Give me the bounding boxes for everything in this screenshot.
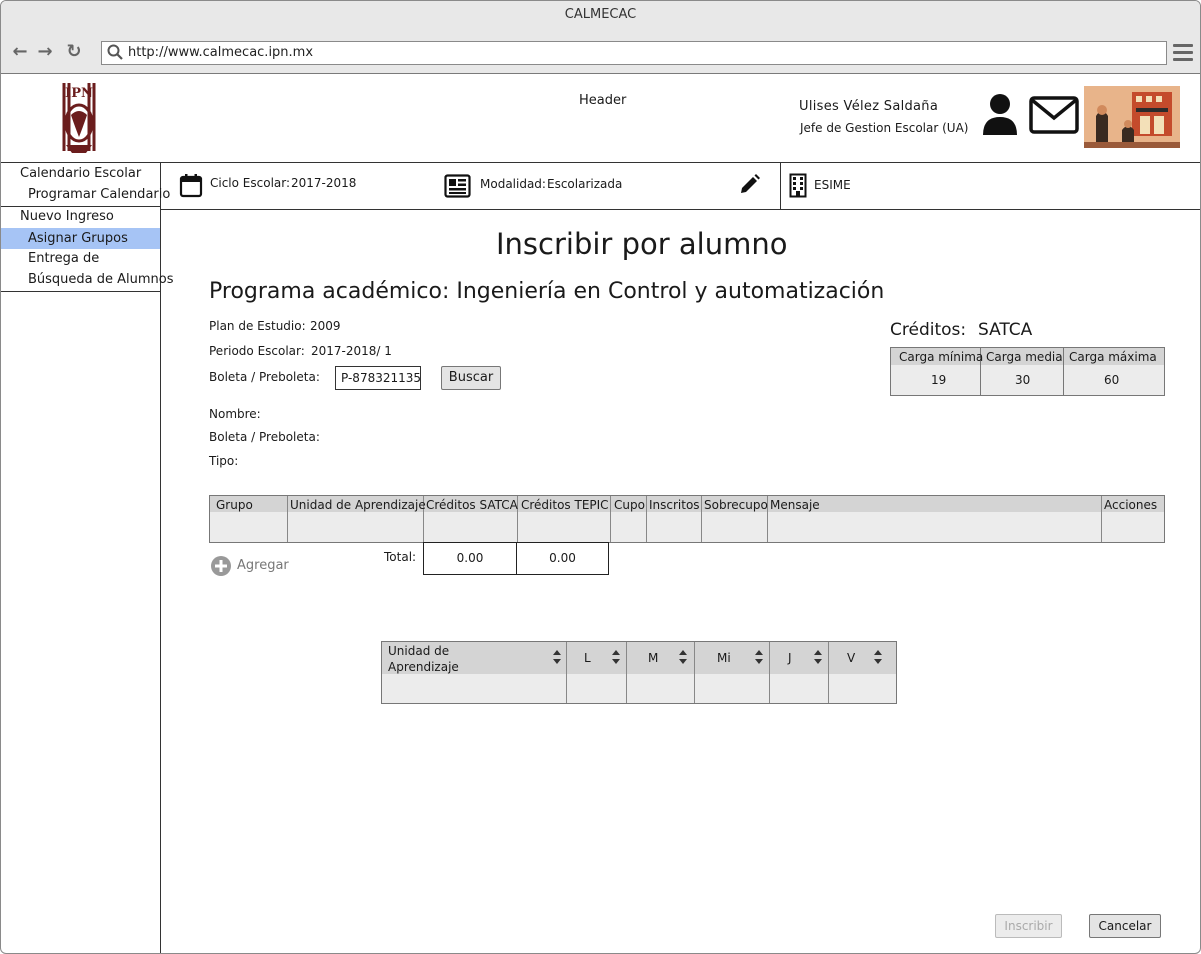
col-creditos-tepic: Créditos TEPIC: [521, 498, 609, 512]
groups-table: Grupo Unidad de Aprendizaje Créditos SAT…: [209, 495, 1165, 543]
sidebar-item-label: Búsqueda de Alumnos: [28, 272, 174, 287]
sched-col-v: V: [847, 651, 856, 665]
calendar-icon: [179, 174, 203, 198]
edit-pencil-icon[interactable]: [739, 173, 761, 195]
user-name: Ulises Vélez Saldaña: [799, 99, 939, 114]
infobar-divider: [780, 163, 781, 209]
credits-value-min: 19: [931, 373, 947, 387]
sort-icon[interactable]: [552, 649, 562, 665]
building-icon: [789, 173, 807, 198]
user-role: Jefe de Gestion Escolar (UA): [800, 121, 969, 135]
sidebar-item-nuevo-ingreso[interactable]: Nuevo Ingreso: [1, 206, 160, 227]
plan-value: 2009: [310, 319, 341, 333]
back-arrow-icon[interactable]: ←: [10, 42, 30, 62]
mail-icon[interactable]: [1029, 96, 1079, 134]
nombre-label: Nombre:: [209, 407, 261, 421]
add-circle-icon: [211, 556, 231, 576]
sort-icon[interactable]: [873, 649, 883, 665]
boleta-input-value: P-878321135: [341, 371, 422, 385]
buscar-button[interactable]: Buscar: [441, 366, 501, 390]
col-creditos-satca: Créditos SATCA: [426, 498, 518, 512]
url-bar[interactable]: http://www.calmecac.ipn.mx: [101, 41, 1167, 65]
credits-value-max: 60: [1104, 373, 1120, 387]
url-text: http://www.calmecac.ipn.mx: [128, 45, 314, 60]
agregar-label: Agregar: [237, 558, 289, 573]
page-header: IPN Header Ulises Vélez Saldaña Jefe de …: [1, 74, 1200, 163]
modalidad-value: Escolarizada: [547, 177, 623, 191]
browser-window: CALMECAC ← → ↻ http://www.calmecac.ipn.m…: [0, 0, 1201, 954]
col-acciones: Acciones: [1104, 498, 1158, 512]
sidebar-item-label: Programar Calendario: [28, 187, 171, 202]
col-unidad: Unidad de Aprendizaje: [290, 498, 426, 512]
sched-col-mi: Mi: [717, 651, 731, 665]
total-label: Total:: [384, 550, 417, 564]
search-icon: [107, 44, 123, 60]
hamburger-menu-icon[interactable]: [1173, 44, 1193, 65]
codex-image: [1084, 86, 1180, 148]
sort-icon[interactable]: [611, 649, 621, 665]
cancelar-button[interactable]: Cancelar: [1089, 914, 1161, 938]
sidebar-item-label: Entrega de: [28, 251, 100, 266]
sort-icon[interactable]: [754, 649, 764, 665]
col-cupo: Cupo: [614, 498, 645, 512]
sidebar-divider: [1, 291, 160, 292]
sched-col-l: L: [584, 651, 591, 665]
page-title: Inscribir por alumno: [496, 227, 788, 261]
sched-col-j: J: [788, 651, 792, 665]
total-tepic: 0.00: [516, 542, 609, 575]
credits-table: Carga mínima Carga media Carga máxima 19…: [890, 347, 1165, 396]
sidebar-item-label: Nuevo Ingreso: [20, 209, 114, 224]
col-sobrecupo: Sobrecupo: [704, 498, 768, 512]
col-mensaje: Mensaje: [770, 498, 820, 512]
forward-arrow-icon[interactable]: →: [35, 42, 55, 62]
sidebar-item-entrega-de[interactable]: Entrega de: [1, 248, 160, 269]
window-title: CALMECAC: [1, 1, 1200, 31]
modalidad-label: Modalidad:: [480, 177, 546, 191]
sched-col-m: M: [648, 651, 659, 665]
boleta-input[interactable]: P-878321135: [335, 366, 421, 390]
modality-icon: [444, 174, 471, 198]
sidebar-item-programar-calendario[interactable]: Programar Calendario: [1, 184, 170, 205]
plan-label: Plan de Estudio:: [209, 319, 306, 333]
boleta2-label: Boleta / Preboleta:: [209, 430, 320, 444]
sidebar-item-label: Calendario Escolar: [20, 166, 142, 181]
total-satca: 0.00: [423, 542, 517, 575]
info-bar: Ciclo Escolar: 2017-2018 Modalidad: Esco…: [161, 163, 1200, 210]
user-profile-icon[interactable]: [981, 93, 1019, 136]
col-inscritos: Inscritos: [649, 498, 700, 512]
sort-icon[interactable]: [813, 649, 823, 665]
agregar-button[interactable]: Agregar: [210, 555, 290, 577]
program-title: Programa académico: Ingeniería en Contro…: [209, 279, 885, 304]
schedule-table: Unidad de Aprendizaje L M Mi J V: [381, 641, 897, 704]
sidebar-item-label: Asignar Grupos: [28, 231, 128, 246]
browser-toolbar: ← → ↻ http://www.calmecac.ipn.mx: [1, 31, 1200, 74]
credits-value-med: 30: [1015, 373, 1031, 387]
ciclo-label: Ciclo Escolar:: [210, 176, 291, 190]
ipn-logo: IPN: [60, 81, 98, 155]
credits-header-med: Carga media: [986, 350, 1063, 364]
reload-icon[interactable]: ↻: [64, 42, 84, 62]
sort-icon[interactable]: [678, 649, 688, 665]
periodo-value: 2017-2018/ 1: [311, 344, 392, 358]
school-name: ESIME: [814, 178, 851, 192]
credits-header-max: Carga máxima: [1069, 350, 1157, 364]
col-grupo: Grupo: [216, 498, 253, 512]
sidebar-item-asignar-grupos[interactable]: Asignar Grupos: [1, 228, 160, 249]
periodo-label: Periodo Escolar:: [209, 344, 305, 358]
svg-text:IPN: IPN: [65, 86, 93, 101]
credits-header-min: Carga mínima: [899, 350, 984, 364]
boleta-label: Boleta / Preboleta:: [209, 370, 320, 384]
sidebar-item-calendario-escolar[interactable]: Calendario Escolar: [1, 163, 160, 184]
sched-col-unidad: Unidad de Aprendizaje: [388, 644, 459, 674]
sidebar: Calendario Escolar Programar Calendario …: [1, 163, 174, 953]
tipo-label: Tipo:: [209, 454, 239, 468]
credits-label: Créditos:: [890, 320, 967, 340]
sidebar-item-busqueda-alumnos[interactable]: Búsqueda de Alumnos: [1, 269, 174, 290]
header-label: Header: [579, 93, 627, 108]
ciclo-value: 2017-2018: [291, 176, 357, 190]
credits-system: SATCA: [978, 320, 1033, 340]
inscribir-button[interactable]: Inscribir: [995, 914, 1062, 938]
